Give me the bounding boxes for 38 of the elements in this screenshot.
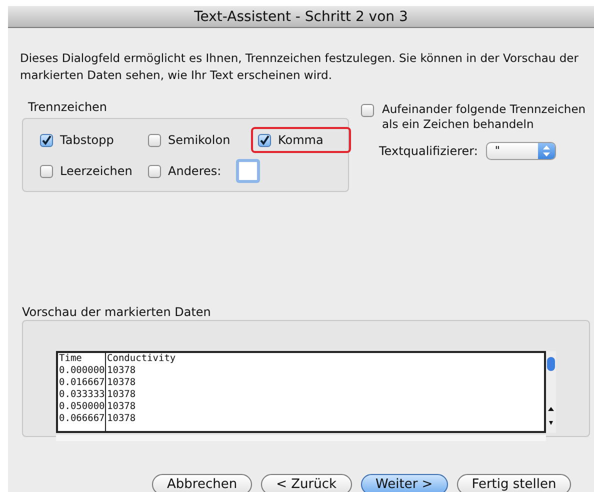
table-header: Conductivity: [107, 353, 176, 365]
table-cell-text: 10378: [107, 365, 137, 377]
checkbox[interactable]: [361, 104, 374, 117]
checkbox[interactable]: [148, 164, 161, 178]
dialog-button[interactable]: Weiter >: [360, 474, 448, 492]
checkbox[interactable]: [148, 134, 161, 146]
table-cell-text: 10378: [107, 401, 137, 413]
group-title: Trennzeichen: [28, 99, 108, 116]
checkbox-label[interactable]: Tabstopp: [60, 131, 114, 149]
table-cell: 0.066667: [59, 413, 105, 425]
stepper-arrows-icon: [538, 143, 555, 159]
qualifier-select[interactable]: ": [486, 142, 556, 160]
table-cell: 0.033333: [59, 389, 105, 401]
dialog-button[interactable]: Fertig stellen: [456, 474, 572, 492]
checkbox-label[interactable]: Komma: [278, 131, 324, 149]
dialog-button[interactable]: Abbrechen: [152, 474, 252, 492]
checkbox-label[interactable]: Semikolon: [168, 131, 230, 149]
checkbox-label[interactable]: Leerzeichen: [60, 162, 132, 180]
table-cell: 0.000000: [59, 365, 105, 377]
description-text: Dieses Dialogfeld ermöglicht es Ihnen, Trennzeichen festzulegen. Sie können in der Vorschau der markierten Daten sehen, wie Ihr Text erscheinen wird.: [20, 50, 580, 84]
dialog-button[interactable]: < Zurück: [261, 474, 352, 492]
group-title: Vorschau der markierten Daten: [22, 304, 212, 321]
table-cell-text: 10378: [107, 389, 137, 401]
table-header: Time: [59, 353, 83, 365]
scrollbar[interactable]: [56, 435, 546, 441]
table-cell-text: 10378: [107, 377, 137, 389]
table-cell: 0.050000: [59, 401, 105, 413]
checkbox-label[interactable]: Aufeinander folgende Trennzeichen als ein Zeichen behandeln: [382, 102, 594, 132]
checkbox[interactable]: [258, 134, 271, 146]
checkbox-label[interactable]: Anderes:: [168, 162, 222, 180]
checkbox[interactable]: [40, 164, 53, 178]
window-title: Text-Assistent - Schritt 2 von 3: [8, 6, 594, 28]
field-label: Textqualifizierer:: [379, 143, 478, 160]
checkbox[interactable]: [40, 134, 53, 146]
table-cell: 0.016667: [59, 377, 105, 389]
input-field[interactable]: [236, 159, 260, 183]
scrollbar[interactable]: [546, 351, 556, 433]
table-cell-text: 10378: [107, 413, 137, 425]
